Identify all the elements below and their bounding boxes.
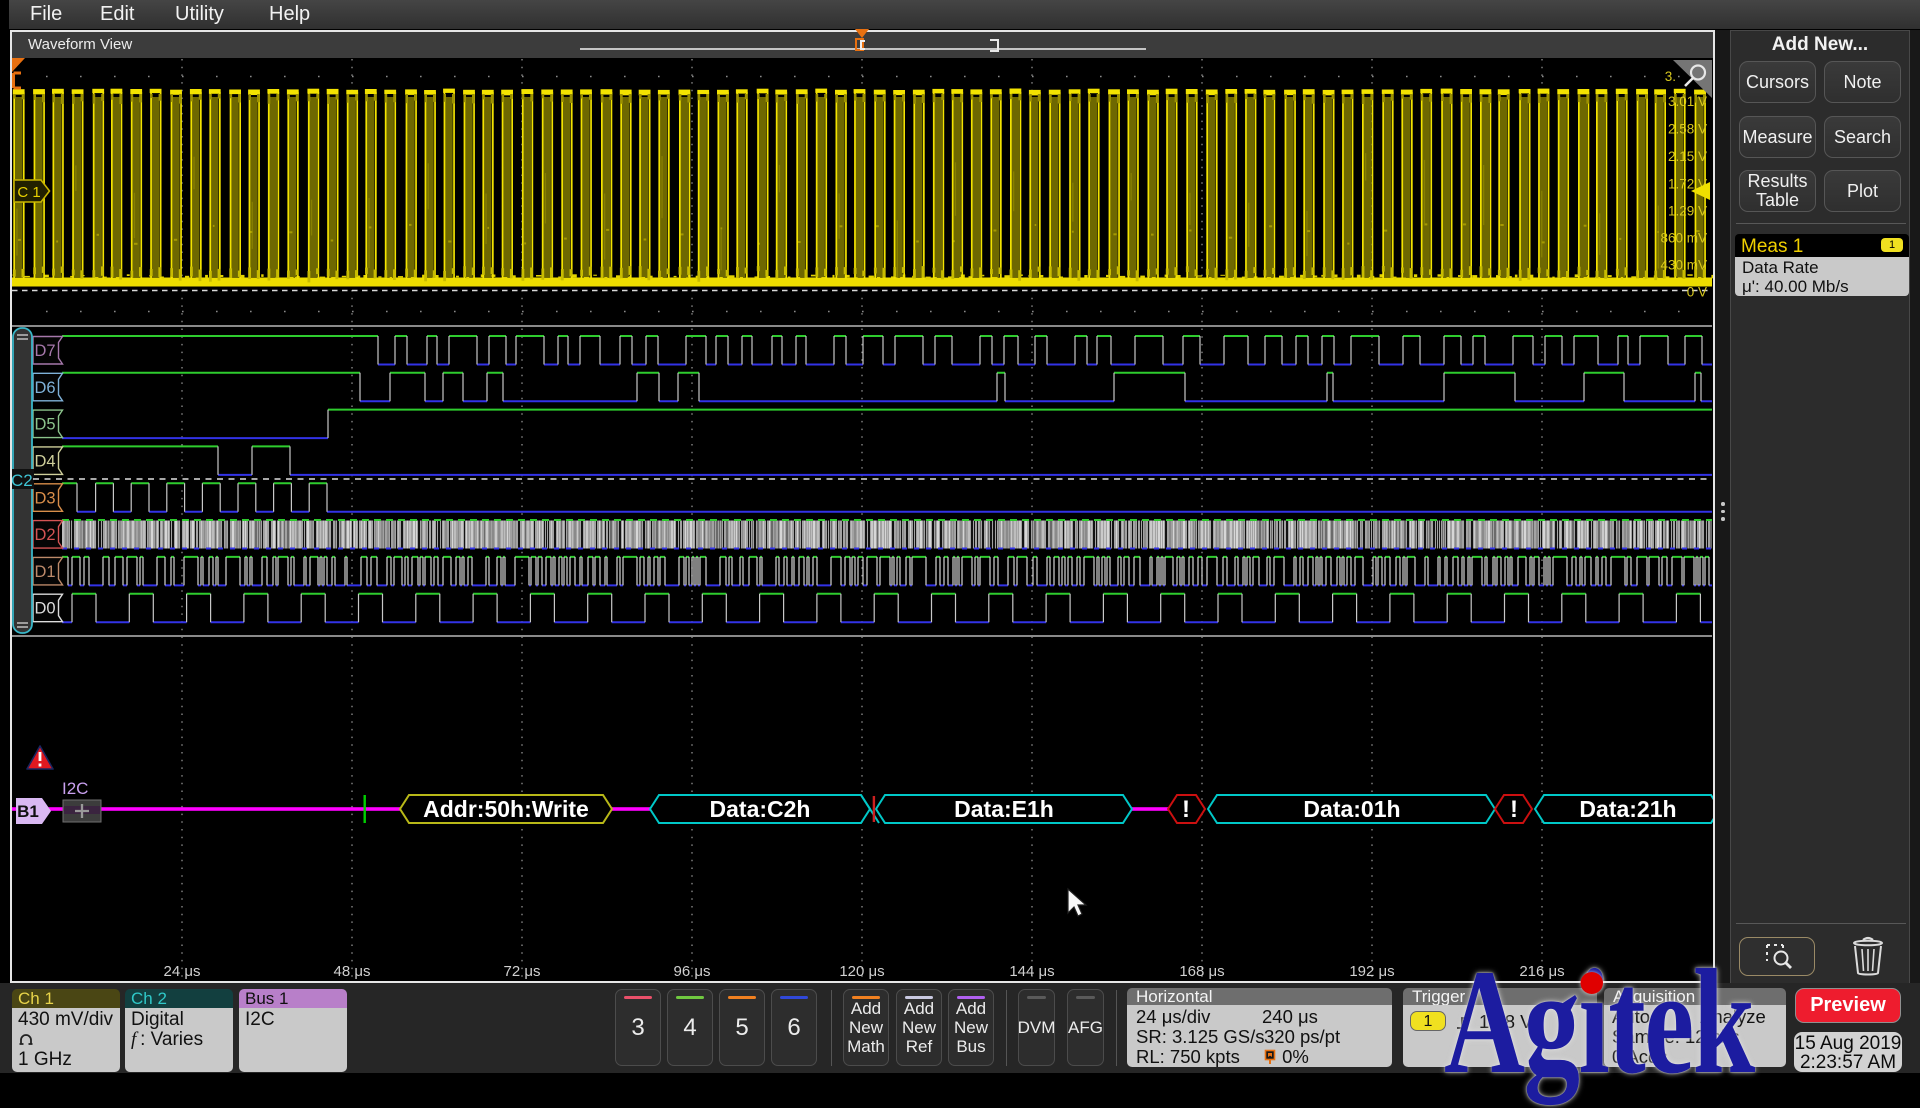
svg-text:168 μs: 168 μs [1179, 963, 1224, 980]
svg-text:D5: D5 [34, 416, 55, 434]
svg-text:144 μs: 144 μs [1009, 963, 1054, 980]
svg-text:!: ! [1510, 796, 1518, 823]
svg-text:860 mV: 860 mV [1660, 231, 1707, 246]
svg-text:48 μs: 48 μs [334, 963, 371, 980]
svg-text:24 μs: 24 μs [164, 963, 201, 980]
svg-text:120 μs: 120 μs [839, 963, 884, 980]
svg-text:D7: D7 [34, 342, 55, 360]
svg-text:430 mV: 430 mV [1660, 258, 1707, 273]
svg-text:0 V: 0 V [1687, 285, 1707, 300]
svg-text:3.: 3. [1665, 69, 1676, 84]
svg-text:D2: D2 [34, 526, 55, 544]
svg-text:3.01 V: 3.01 V [1668, 94, 1707, 109]
svg-text:Data:C2h: Data:C2h [710, 796, 811, 822]
svg-text:Addr:50h:Write: Addr:50h:Write [423, 796, 589, 822]
svg-text:Data:E1h: Data:E1h [954, 796, 1054, 822]
svg-text:D0: D0 [34, 600, 55, 618]
svg-text:D4: D4 [34, 452, 55, 470]
svg-text:D1: D1 [34, 563, 55, 581]
svg-text:C 1: C 1 [17, 184, 40, 201]
svg-text:1.29 V: 1.29 V [1668, 204, 1707, 219]
svg-text:B1: B1 [17, 802, 39, 821]
svg-text:C2: C2 [12, 471, 33, 490]
svg-text:I2C: I2C [62, 779, 88, 798]
svg-text:!: ! [1182, 796, 1190, 823]
svg-text:Data:21h: Data:21h [1579, 796, 1676, 822]
svg-text:2.58 V: 2.58 V [1668, 122, 1707, 137]
svg-text:D3: D3 [34, 489, 55, 507]
svg-text:72 μs: 72 μs [504, 963, 541, 980]
svg-text:D6: D6 [34, 379, 55, 397]
svg-text:2.15 V: 2.15 V [1668, 149, 1707, 164]
svg-text:Data:01h: Data:01h [1303, 796, 1400, 822]
svg-text:192 μs: 192 μs [1349, 963, 1394, 980]
svg-text:96 μs: 96 μs [674, 963, 711, 980]
